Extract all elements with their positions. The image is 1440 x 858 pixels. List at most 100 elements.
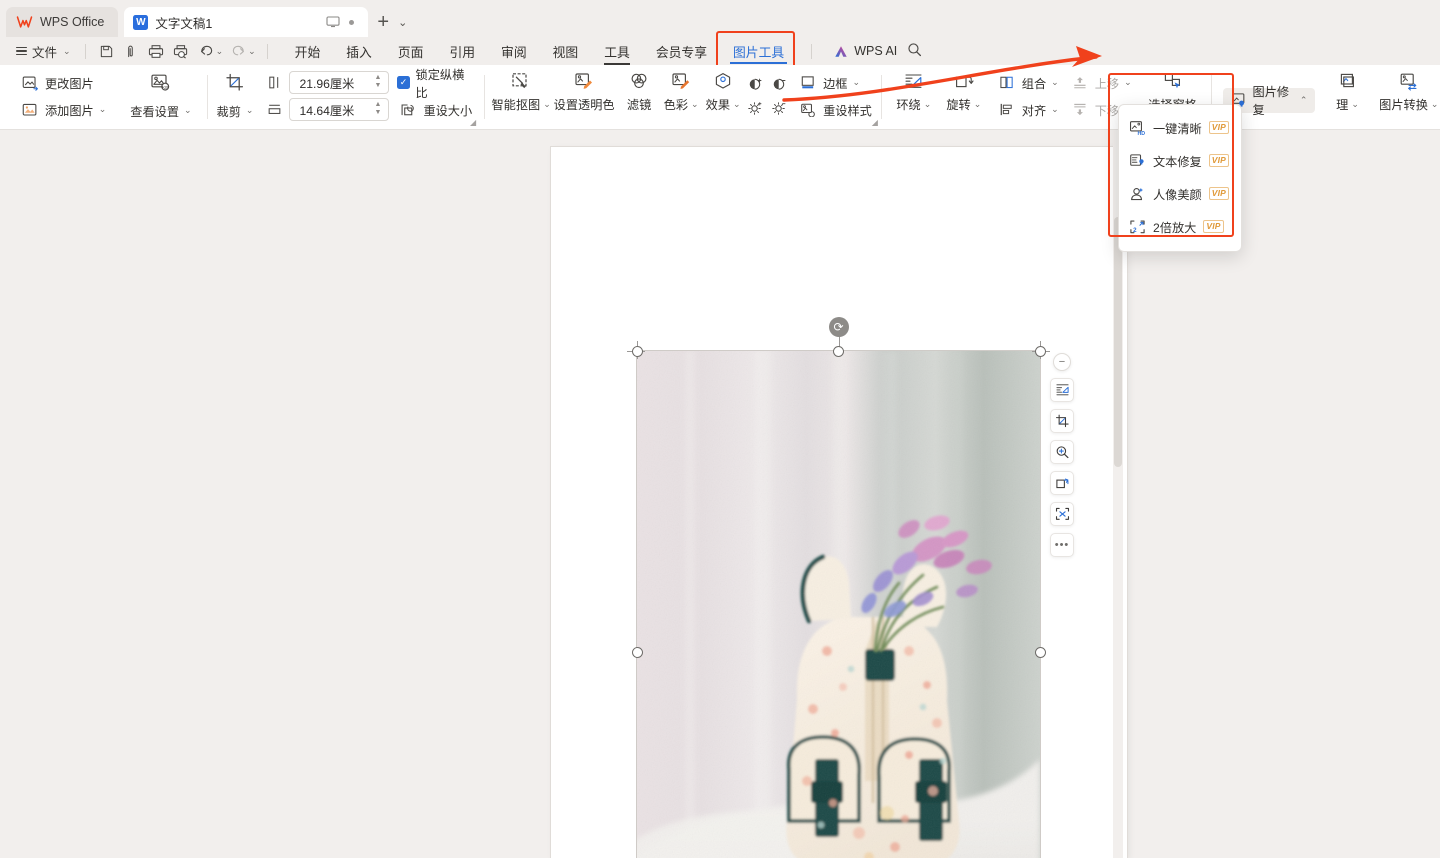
resize-handle-top-center[interactable]: [833, 346, 844, 357]
adjust-dialog-launcher[interactable]: ◢: [872, 118, 878, 127]
zoom-in-icon[interactable]: [1050, 440, 1074, 464]
add-picture-icon: [19, 99, 41, 120]
reset-size-icon: [397, 99, 419, 120]
document-tab[interactable]: W 文字文稿1: [124, 7, 368, 37]
print-preview-icon[interactable]: [169, 40, 194, 62]
save-as-cloud-icon[interactable]: [119, 40, 144, 62]
menu-item-one-click-clear[interactable]: HD 一键清晰 VIP: [1119, 111, 1241, 144]
crop-icon[interactable]: [224, 70, 246, 96]
redo-chevron-down-icon[interactable]: ⌄: [248, 46, 256, 57]
tab-list-chevron-down-icon[interactable]: ⌄: [398, 16, 407, 29]
vertical-scrollbar-thumb[interactable]: [1114, 217, 1122, 467]
stepper-arrows-icon[interactable]: ▲▼: [375, 101, 382, 117]
resize-handle-top-right[interactable]: [1035, 346, 1046, 357]
rotate-button[interactable]: 旋转 ⌄: [939, 67, 989, 125]
chevron-down-icon: ⌄: [974, 99, 982, 110]
collapse-toolbar-button[interactable]: −: [1053, 353, 1071, 371]
ribbon-divider-2: [484, 75, 485, 119]
title-bar: WPS Office W 文字文稿1 + ⌄: [0, 0, 1440, 37]
tab-insert[interactable]: 插入: [333, 39, 385, 64]
tab-member-exclusive[interactable]: 会员专享: [643, 39, 720, 64]
bring-forward-button[interactable]: 上移 ⌄: [1066, 71, 1135, 95]
group-align-stack: 组合 ⌄ 对齐 ⌄: [993, 67, 1062, 125]
stepper-arrows-icon[interactable]: ▲▼: [375, 74, 382, 90]
view-settings-button[interactable]: 查看设置 ⌄: [125, 99, 196, 123]
color-button[interactable]: 色彩 ⌄: [660, 67, 702, 125]
resize-handle-middle-left[interactable]: [632, 647, 643, 658]
undo-chevron-down-icon[interactable]: ⌄: [216, 46, 224, 57]
more-dots: •••: [1055, 540, 1070, 551]
layout-options-icon[interactable]: [1050, 378, 1074, 402]
fit-image-icon[interactable]: [1050, 502, 1074, 526]
effect-label-wrap: 效果 ⌄: [706, 95, 741, 113]
file-menu-button[interactable]: 文件 ⌄: [10, 40, 77, 63]
floral-backpack-photo[interactable]: [637, 351, 1040, 858]
menu-item-portrait-beauty[interactable]: 人像美颜 VIP: [1119, 177, 1241, 210]
group-button[interactable]: 组合 ⌄: [993, 71, 1062, 95]
selected-image-frame[interactable]: ⟳: [637, 351, 1040, 858]
new-tab-button[interactable]: +: [377, 12, 389, 32]
picture-height-input[interactable]: 21.96厘米 ▲▼: [289, 71, 389, 94]
app-home-chip[interactable]: WPS Office: [6, 7, 118, 37]
rotate-icon[interactable]: [1050, 471, 1074, 495]
brightness-down-icon[interactable]: [768, 98, 790, 119]
wps-writer-window: WPS Office W 文字文稿1 + ⌄ 文件 ⌄: [0, 0, 1440, 858]
tab-picture-tools[interactable]: 图片工具: [720, 39, 797, 64]
effect-button[interactable]: 效果 ⌄: [702, 67, 744, 125]
wrap-text-button[interactable]: 环绕 ⌄: [889, 67, 939, 125]
size-dialog-launcher[interactable]: ◢: [470, 118, 476, 127]
border-button[interactable]: 边框 ⌄: [794, 71, 875, 95]
tab-tools[interactable]: 工具: [591, 39, 643, 64]
ribbon-divider-1: [207, 75, 208, 119]
crop-icon[interactable]: [1050, 409, 1074, 433]
tab-review[interactable]: 审阅: [488, 39, 540, 64]
smart-cutout-button[interactable]: 智能抠图 ⌄: [492, 67, 550, 125]
wps-ai-button[interactable]: WPS AI: [834, 44, 897, 58]
align-button[interactable]: 对齐 ⌄: [993, 98, 1062, 122]
more-options-icon[interactable]: •••: [1050, 533, 1074, 557]
view-settings-label: 查看设置: [130, 102, 179, 120]
picture-width-input[interactable]: 14.64厘米 ▲▼: [289, 98, 389, 121]
picture-convert-button[interactable]: 图片转换 ⌄: [1378, 67, 1440, 125]
reset-size-button[interactable]: 重设大小: [397, 98, 472, 122]
add-picture-button[interactable]: 添加图片 ⌄: [14, 98, 111, 122]
lock-aspect-ratio-checkbox[interactable]: ✓ 锁定纵横比: [397, 71, 472, 95]
group-icon: [996, 72, 1018, 93]
rotate-label-wrap: 旋转 ⌄: [946, 95, 981, 113]
send-backward-icon: [1069, 99, 1091, 120]
cast-screen-icon[interactable]: [326, 16, 340, 28]
save-icon[interactable]: [94, 40, 119, 62]
wrap-text-label: 环绕: [896, 95, 920, 113]
change-picture-button[interactable]: 更改图片: [14, 71, 111, 95]
file-menu-label: 文件: [32, 42, 57, 61]
chevron-down-icon: ⌄: [733, 99, 741, 110]
picture-convert-icon: [1398, 71, 1420, 92]
chevron-down-icon: ⌄: [99, 104, 107, 115]
contrast-up-icon[interactable]: [744, 74, 766, 95]
brightness-up-icon[interactable]: [744, 98, 766, 119]
filter-button[interactable]: 滤镜: [618, 67, 660, 125]
set-transparent-color-button[interactable]: 设置透明色: [550, 67, 618, 125]
menu-item-text-repair[interactable]: 文本修复 VIP: [1119, 144, 1241, 177]
crop-button[interactable]: 裁剪 ⌄: [215, 99, 256, 123]
search-icon[interactable]: [907, 42, 922, 60]
tab-start[interactable]: 开始: [282, 39, 334, 64]
resize-handle-middle-right[interactable]: [1035, 647, 1046, 658]
filter-icon: [628, 71, 650, 92]
rotate-handle[interactable]: ⟳: [829, 317, 849, 337]
picture-repair-dropdown-menu: HD 一键清晰 VIP 文本修复 VIP 人像美颜 VIP 2 2倍放大 VIP: [1118, 104, 1242, 252]
tab-reference[interactable]: 引用: [436, 39, 488, 64]
print-icon[interactable]: [144, 40, 169, 62]
tab-view[interactable]: 视图: [540, 39, 592, 64]
modified-dot-icon: [349, 20, 354, 25]
tab-page[interactable]: 页面: [385, 39, 437, 64]
contrast-down-icon[interactable]: [768, 74, 790, 95]
reset-style-button[interactable]: 重设样式: [794, 98, 875, 122]
compress-picture-icon[interactable]: KB: [150, 70, 172, 96]
batch-process-button[interactable]: 理 ⌄: [1327, 67, 1367, 125]
chevron-down-icon: ⌄: [63, 46, 71, 57]
align-icon: [996, 99, 1018, 120]
resize-handle-top-left[interactable]: [632, 346, 643, 357]
menu-item-upscale-2x[interactable]: 2 2倍放大 VIP: [1119, 210, 1241, 243]
color-label: 色彩: [664, 95, 688, 113]
